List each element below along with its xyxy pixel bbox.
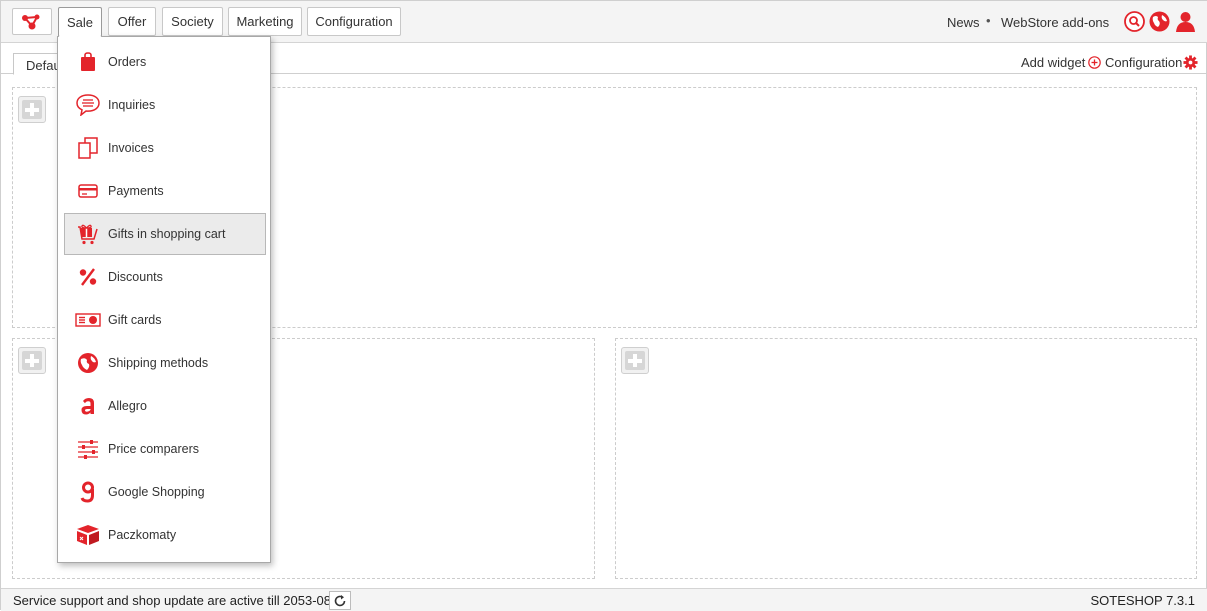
add-widget-button-top[interactable] bbox=[18, 96, 46, 123]
menu-item-label: Paczkomaty bbox=[108, 528, 177, 542]
credit-card-icon bbox=[75, 179, 101, 203]
add-circle-icon[interactable] bbox=[1088, 56, 1101, 69]
refresh-button[interactable] bbox=[329, 591, 351, 610]
nav-sale[interactable]: Sale bbox=[58, 7, 102, 37]
gear-icon[interactable] bbox=[1183, 55, 1198, 70]
add-widget-link[interactable]: Add widget bbox=[1021, 55, 1085, 70]
nav-society[interactable]: Society bbox=[162, 7, 223, 36]
menu-item-gifts-in-shopping-cart[interactable]: Gifts in shopping cart bbox=[64, 213, 266, 255]
nav-offer[interactable]: Offer bbox=[108, 7, 156, 36]
parcel-locker-icon bbox=[75, 523, 101, 547]
menu-item-payments[interactable]: Payments bbox=[64, 170, 266, 212]
search-icon[interactable] bbox=[1124, 11, 1145, 32]
plus-icon bbox=[22, 351, 42, 370]
menu-item-discounts[interactable]: Discounts bbox=[64, 256, 266, 298]
logo-button[interactable] bbox=[12, 8, 52, 35]
sliders-icon bbox=[75, 437, 101, 461]
menu-item-label: Discounts bbox=[108, 270, 163, 284]
top-separator: • bbox=[986, 13, 991, 28]
menu-item-label: Price comparers bbox=[108, 442, 199, 456]
dashboard-configuration-link[interactable]: Configuration bbox=[1105, 55, 1182, 70]
menu-item-label: Allegro bbox=[108, 399, 147, 413]
version-label: SOTESHOP 7.3.1 bbox=[1090, 593, 1195, 608]
menu-item-label: Payments bbox=[108, 184, 164, 198]
globe-shipping-icon bbox=[75, 351, 101, 375]
menu-item-price-comparers[interactable]: Price comparers bbox=[64, 428, 266, 470]
plus-icon bbox=[625, 351, 645, 370]
globe-icon[interactable] bbox=[1149, 11, 1170, 32]
webstore-addons-link[interactable]: WebStore add-ons bbox=[1001, 15, 1109, 30]
shopping-bag-icon bbox=[75, 50, 101, 74]
menu-item-label: Google Shopping bbox=[108, 485, 205, 499]
menu-item-invoices[interactable]: Invoices bbox=[64, 127, 266, 169]
documents-icon bbox=[75, 136, 101, 160]
user-icon[interactable] bbox=[1175, 11, 1196, 32]
percent-icon bbox=[75, 265, 101, 289]
menu-item-paczkomaty[interactable]: Paczkomaty bbox=[64, 514, 266, 556]
google-shopping-icon bbox=[75, 480, 101, 504]
menu-item-label: Invoices bbox=[108, 141, 154, 155]
gift-cart-icon bbox=[75, 222, 101, 246]
menu-item-orders[interactable]: Orders bbox=[64, 41, 266, 83]
app-window: Sale Offer Society Marketing Configurati… bbox=[0, 0, 1207, 611]
sale-dropdown-menu: Orders Inquiries Invoices Payments Gifts… bbox=[57, 36, 271, 563]
add-widget-button-bottom-left[interactable] bbox=[18, 347, 46, 374]
menu-item-label: Inquiries bbox=[108, 98, 156, 112]
support-status-text: Service support and shop update are acti… bbox=[13, 593, 350, 608]
menu-item-shipping-methods[interactable]: Shipping methods bbox=[64, 342, 266, 384]
refresh-icon bbox=[334, 594, 346, 606]
nav-configuration[interactable]: Configuration bbox=[307, 7, 401, 36]
menu-item-label: Shipping methods bbox=[108, 356, 209, 370]
menu-item-label: Gift cards bbox=[108, 313, 162, 327]
status-footer: Service support and shop update are acti… bbox=[1, 588, 1207, 611]
menu-item-label: Orders bbox=[108, 55, 147, 69]
allegro-icon bbox=[75, 394, 101, 418]
menu-item-label: Gifts in shopping cart bbox=[108, 227, 226, 241]
nav-marketing[interactable]: Marketing bbox=[228, 7, 302, 36]
menu-item-inquiries[interactable]: Inquiries bbox=[64, 84, 266, 126]
menu-item-gift-cards[interactable]: Gift cards bbox=[64, 299, 266, 341]
speech-bubble-icon bbox=[75, 93, 101, 117]
plus-icon bbox=[22, 100, 42, 119]
gift-card-icon bbox=[75, 308, 101, 332]
menu-item-allegro[interactable]: Allegro bbox=[64, 385, 266, 427]
network-logo-icon bbox=[22, 14, 40, 29]
widget-zone-bottom-right bbox=[615, 338, 1197, 579]
add-widget-button-bottom-right[interactable] bbox=[621, 347, 649, 374]
menu-item-google-shopping[interactable]: Google Shopping bbox=[64, 471, 266, 513]
news-link[interactable]: News bbox=[947, 15, 980, 30]
